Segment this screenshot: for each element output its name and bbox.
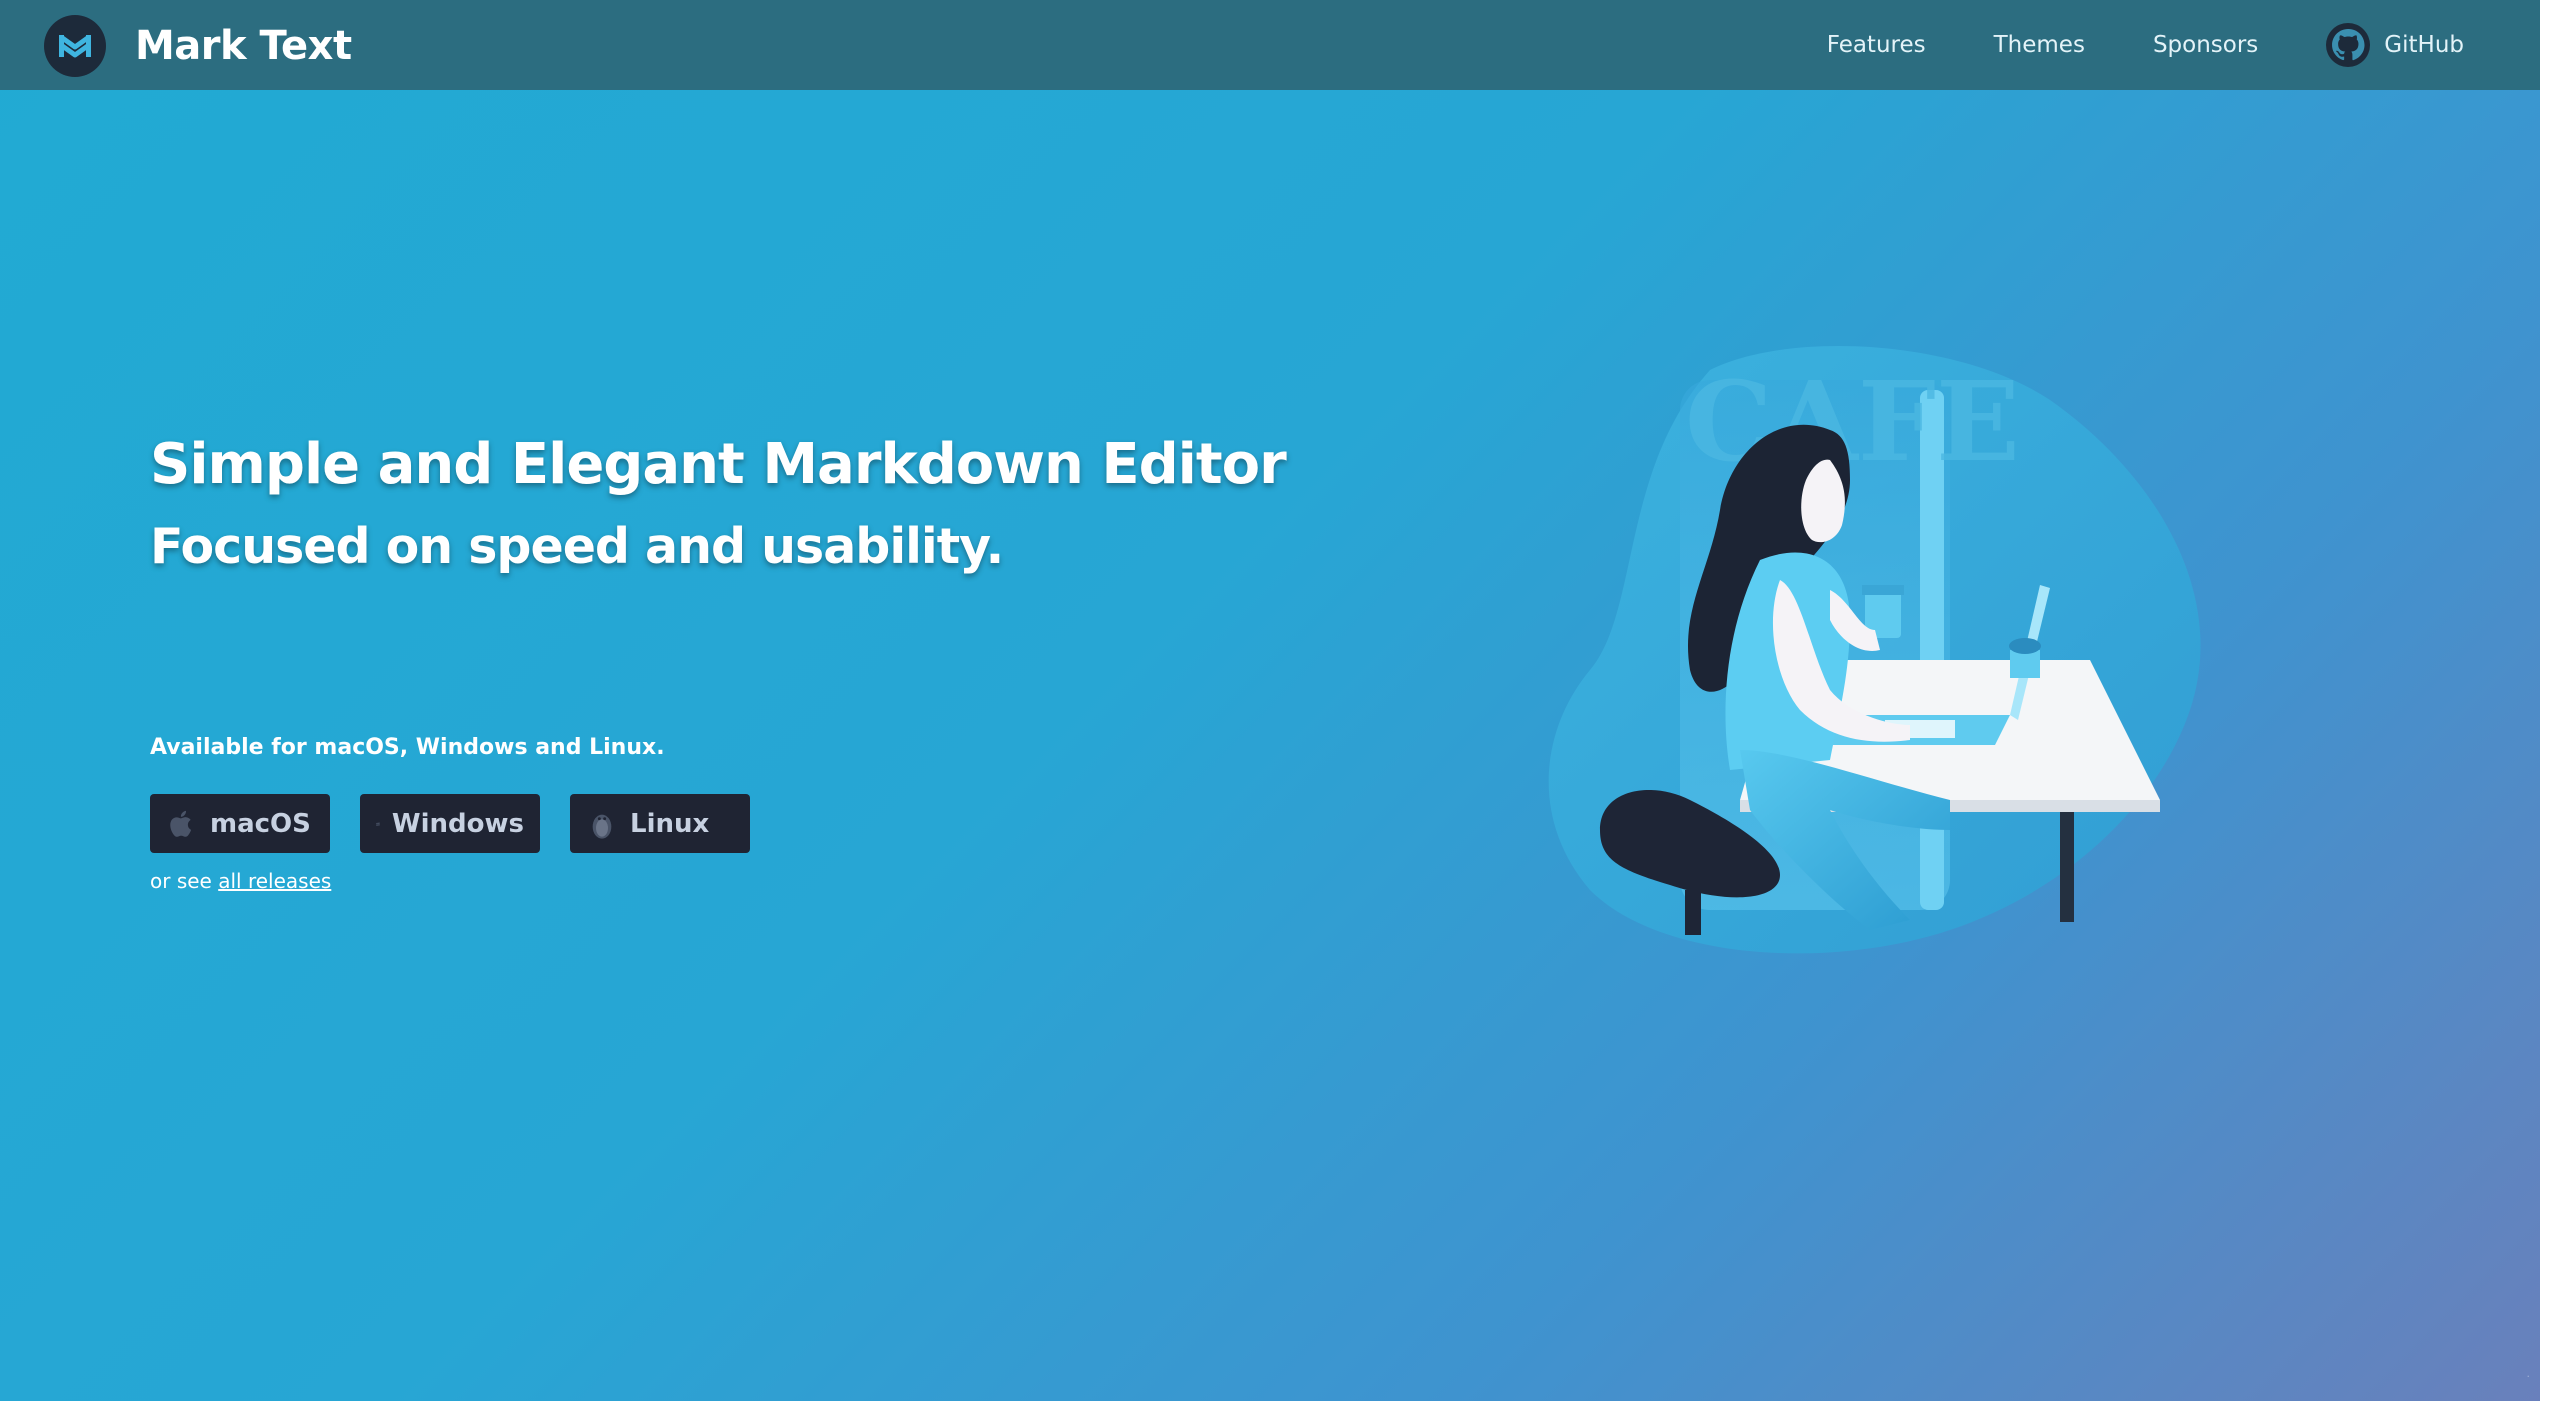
- marktext-logo-icon[interactable]: [44, 15, 106, 77]
- brand-name[interactable]: Mark Text: [135, 23, 352, 69]
- top-navbar: Mark Text Features Themes Sponsors GitHu…: [0, 0, 2540, 90]
- download-macos-button[interactable]: macOS: [150, 794, 330, 853]
- download-windows-label: Windows: [391, 808, 524, 839]
- linux-icon: [592, 814, 612, 839]
- download-buttons: macOS Windows Linux: [150, 794, 780, 853]
- download-windows-button[interactable]: Windows: [360, 794, 540, 853]
- nav-link-github[interactable]: GitHub: [2326, 23, 2464, 67]
- download-linux-label: Linux: [630, 808, 710, 839]
- apple-icon: [170, 810, 192, 837]
- windows-icon: [376, 822, 380, 826]
- github-icon: [2326, 23, 2371, 67]
- releases-prefix: or see: [150, 869, 212, 893]
- nav-link-themes[interactable]: Themes: [1994, 32, 2085, 58]
- cafe-sign: CAFE: [1685, 357, 2020, 486]
- nav-link-features[interactable]: Features: [1827, 32, 1926, 58]
- woman-at-laptop-illustration: CAFE: [1548, 346, 2201, 954]
- brand[interactable]: Mark Text: [44, 15, 352, 77]
- availability-text: Available for macOS, Windows and Linux.: [150, 735, 665, 760]
- download-linux-button[interactable]: Linux: [570, 794, 750, 853]
- nav-links: Features Themes Sponsors GitHub: [1759, 0, 2464, 90]
- hero-title: Simple and Elegant Markdown Editor: [150, 432, 1287, 497]
- github-label: GitHub: [2384, 32, 2464, 58]
- nav-link-sponsors[interactable]: Sponsors: [2153, 32, 2258, 58]
- page-gutter: [2540, 0, 2560, 1401]
- download-macos-label: macOS: [210, 808, 311, 839]
- hero-subtitle: Focused on speed and usability.: [150, 518, 1004, 575]
- corner-watermark: ·: [2526, 1370, 2531, 1383]
- releases-line: or see all releases: [150, 869, 331, 893]
- all-releases-link[interactable]: all releases: [218, 869, 331, 893]
